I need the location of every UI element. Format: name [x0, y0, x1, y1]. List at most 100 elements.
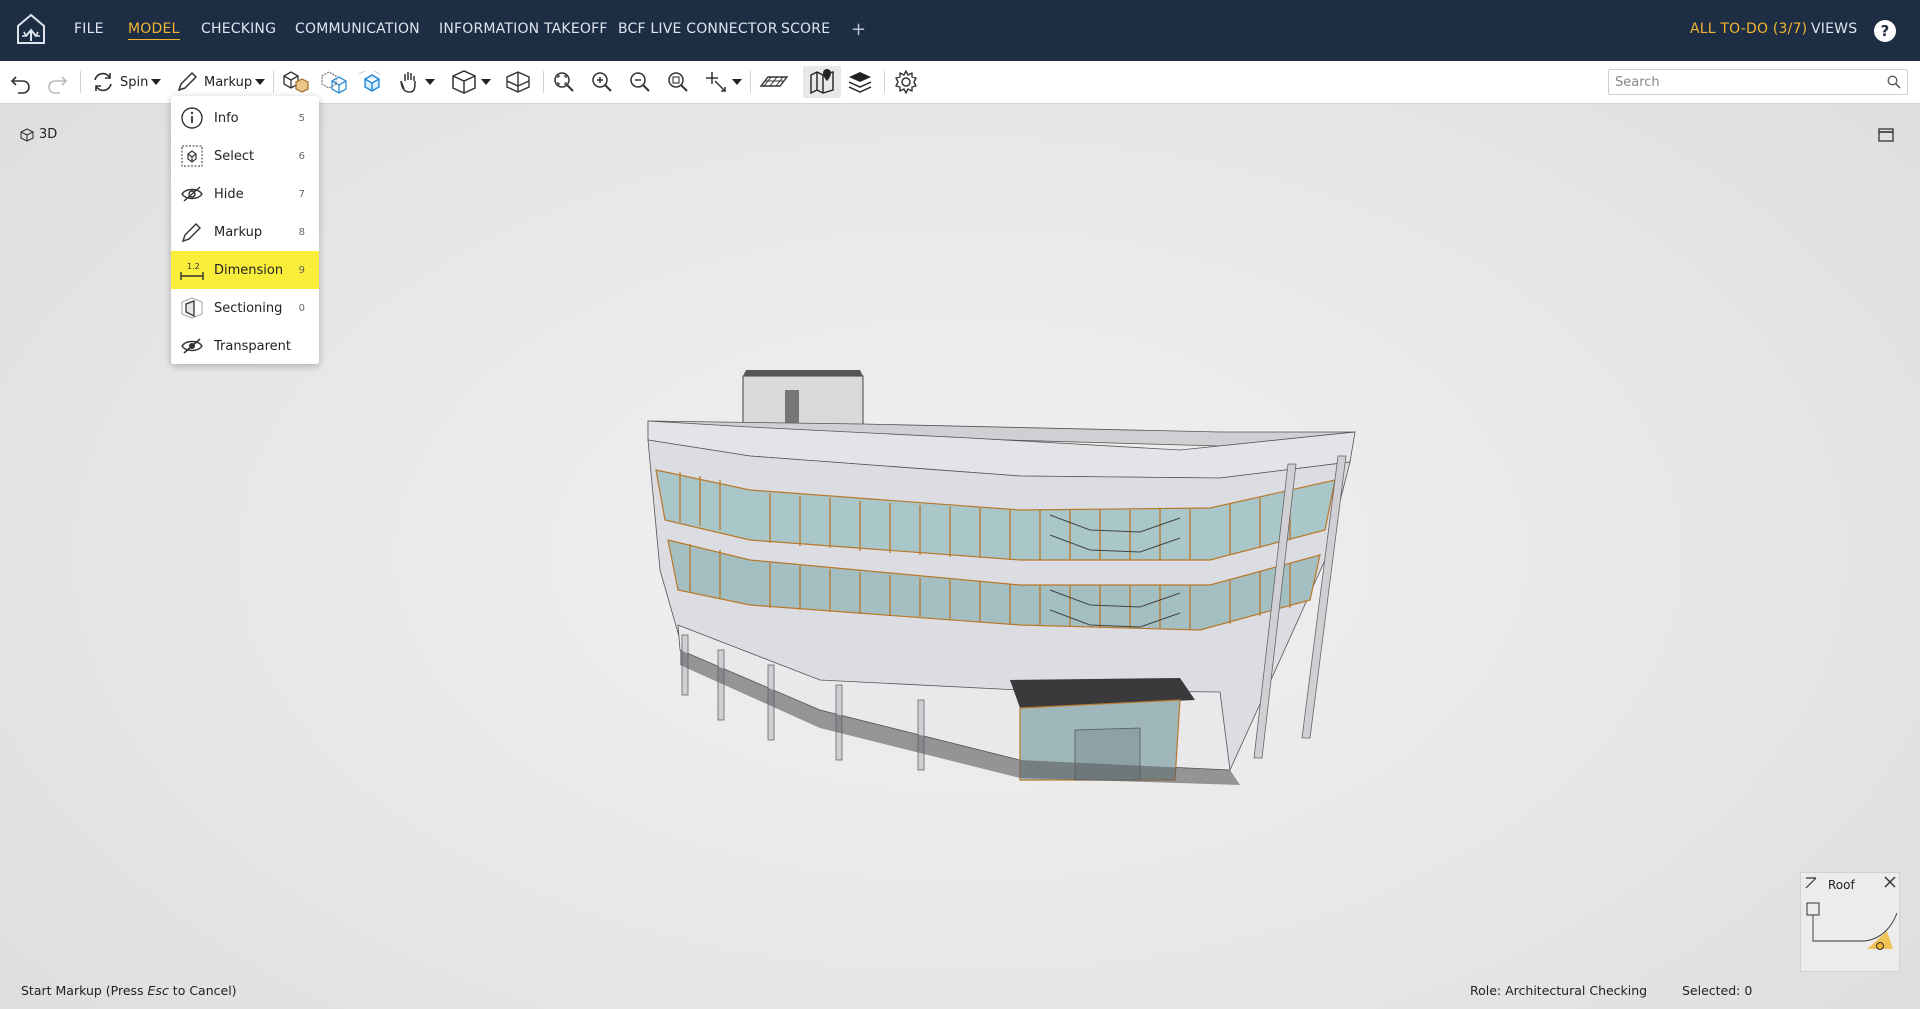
search-input[interactable] — [1615, 71, 1875, 93]
nav-file[interactable]: FILE — [74, 0, 104, 61]
search-icon[interactable] — [1887, 75, 1901, 89]
map-view-button[interactable] — [803, 66, 841, 98]
status-role: Role: Architectural Checking — [1470, 983, 1648, 998]
zoom-extents-button[interactable] — [551, 66, 577, 98]
markup-label: Markup — [204, 74, 253, 90]
views-link[interactable]: VIEWS — [1811, 0, 1857, 61]
menu-item-sectioning[interactable]: Sectioning 0 — [171, 289, 319, 327]
menu-item-markup[interactable]: Markup 8 — [171, 213, 319, 251]
add-tab-button[interactable]: + — [851, 0, 866, 61]
caret-down-icon — [151, 79, 162, 85]
nav-communication[interactable]: COMMUNICATION — [295, 0, 420, 61]
menu-item-hide[interactable]: Hide 7 — [171, 175, 319, 213]
nav-model[interactable]: MODEL — [128, 0, 180, 61]
toolbar-separator — [273, 71, 274, 93]
todo-link[interactable]: ALL TO-DO (3/7) — [1690, 0, 1807, 61]
menu-item-transparent[interactable]: Transparent — [171, 327, 319, 365]
hand-tool-dropdown[interactable] — [396, 66, 435, 98]
markup-tools-menu: Info 5 Select 6 Hide 7 Markup 8 1.2 Dime… — [171, 96, 319, 364]
ground-plane-button[interactable] — [759, 66, 789, 98]
menu-item-label: Dimension — [214, 262, 284, 278]
close-icon[interactable] — [1884, 876, 1896, 888]
top-navigation-bar: FILE MODEL CHECKING COMMUNICATION INFORM… — [0, 0, 1920, 61]
objects-icon — [283, 71, 309, 93]
viewport-mode-label: 3D — [39, 127, 58, 142]
layers-icon — [848, 72, 872, 93]
toolbar-separator — [80, 71, 81, 93]
zoom-fit-icon — [554, 72, 574, 92]
spin-dropdown[interactable]: Spin — [90, 66, 162, 98]
minimap-floor-plan[interactable] — [1805, 901, 1897, 969]
viewport-mode-indicator: 3D — [20, 127, 57, 142]
spin-icon — [94, 72, 112, 92]
undo-button[interactable] — [8, 66, 34, 98]
markup-dropdown[interactable]: Markup — [174, 66, 266, 98]
section-view-button[interactable] — [504, 66, 532, 98]
menu-item-label: Sectioning — [214, 300, 283, 316]
view-cube-dropdown[interactable] — [450, 66, 491, 98]
menu-item-dimension[interactable]: 1.2 Dimension 9 — [171, 251, 319, 289]
spin-label: Spin — [120, 74, 149, 90]
zoom-out-icon — [630, 72, 650, 92]
pencil-icon — [181, 223, 201, 243]
minimap-panel[interactable]: Roof — [1800, 872, 1900, 972]
status-selected-count: Selected: 0 — [1682, 983, 1753, 998]
shortcut-key: 9 — [298, 264, 305, 276]
menu-item-info[interactable]: Info 5 — [171, 99, 319, 137]
expand-corner-icon[interactable] — [1805, 877, 1817, 889]
zoom-in-icon — [592, 72, 612, 92]
select-icon — [181, 145, 203, 167]
pick-point-dropdown[interactable] — [703, 66, 742, 98]
blue-cube-icon — [358, 70, 381, 92]
objects-grid-icon — [321, 71, 347, 94]
app-logo-icon[interactable] — [14, 12, 48, 46]
section-box-icon — [181, 297, 203, 319]
hide-icon — [181, 186, 203, 202]
shortcut-key: 0 — [298, 302, 305, 314]
layers-button[interactable] — [846, 66, 874, 98]
model-tree-button[interactable] — [280, 66, 312, 98]
settings-button[interactable] — [892, 66, 920, 98]
window-panel-icon[interactable] — [1878, 128, 1894, 142]
menu-item-label: Select — [214, 148, 255, 164]
hand-icon — [400, 72, 416, 93]
floor-plane-icon — [759, 76, 789, 87]
toolbar-separator — [884, 71, 885, 93]
crosshair-cursor-icon — [706, 72, 726, 92]
redo-button[interactable] — [44, 66, 70, 98]
zoom-out-button[interactable] — [627, 66, 653, 98]
classification-button[interactable] — [318, 66, 350, 98]
cube-small-icon — [20, 127, 34, 142]
minimap-title: Roof — [1828, 878, 1855, 892]
shortcut-key: 8 — [298, 226, 305, 238]
info-icon — [181, 107, 203, 129]
nav-information-takeoff[interactable]: INFORMATION TAKEOFF — [439, 0, 608, 61]
caret-down-icon — [425, 79, 435, 85]
toolbar-separator — [750, 71, 751, 93]
search-box — [1608, 69, 1908, 95]
dimension-icon: 1.2 — [180, 262, 204, 280]
caret-down-icon — [481, 79, 491, 85]
zoom-selected-button[interactable] — [665, 66, 691, 98]
menu-item-label: Transparent — [214, 338, 291, 354]
svg-text:1.2: 1.2 — [187, 262, 200, 271]
menu-item-label: Markup — [214, 224, 263, 240]
gear-icon — [895, 70, 917, 94]
redo-icon — [48, 76, 68, 94]
shortcut-key: 5 — [298, 112, 305, 124]
nav-bcf-live-connector[interactable]: BCF LIVE CONNECTOR — [618, 0, 778, 61]
menu-item-select[interactable]: Select 6 — [171, 137, 319, 175]
help-icon: ? — [1880, 22, 1890, 40]
caret-down-icon — [732, 79, 742, 85]
map-pin-icon — [810, 69, 834, 95]
undo-icon — [10, 76, 30, 94]
shortcut-key: 6 — [298, 150, 305, 162]
shortcut-key: 7 — [298, 188, 305, 200]
selection-box-button[interactable] — [356, 66, 386, 98]
building-3d-model[interactable] — [620, 360, 1380, 860]
caret-down-icon — [255, 79, 266, 85]
help-button[interactable]: ? — [1874, 20, 1896, 42]
zoom-in-button[interactable] — [589, 66, 615, 98]
nav-score[interactable]: SCORE — [781, 0, 830, 61]
nav-checking[interactable]: CHECKING — [201, 0, 276, 61]
